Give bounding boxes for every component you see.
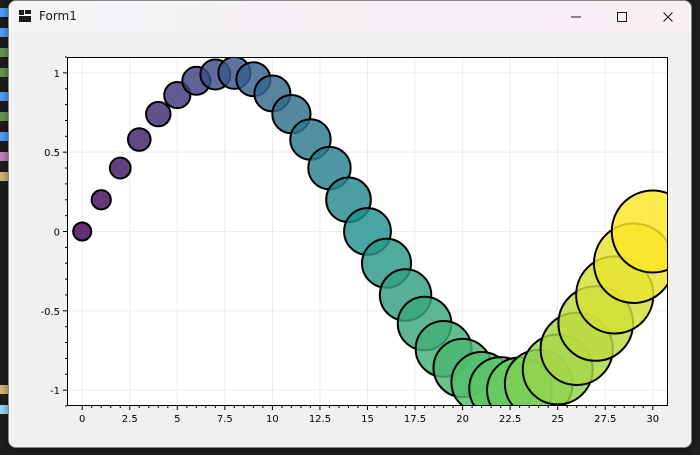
x-tick-label: 10 [266,414,279,425]
close-icon [663,11,673,22]
data-point [610,189,668,274]
minimize-button[interactable] [553,1,599,32]
app-window: Form1 0 2.5 5 7.5 10 12.5 15 17.5 20 22.5 25 27.5 30… [8,0,692,448]
x-tick-label: 20 [456,414,469,425]
minimize-icon [571,16,581,17]
data-point [72,221,93,242]
maximize-button[interactable] [599,1,645,32]
data-point [90,189,112,211]
data-point [126,127,152,152]
form-client-area: 0 2.5 5 7.5 10 12.5 15 17.5 20 22.5 25 27.5 30 -1 -0.5… [9,32,691,447]
x-tick-label: 25 [551,414,564,425]
y-tick-label: 1 [54,69,60,80]
title-bar[interactable]: Form1 [9,1,691,32]
close-button[interactable] [645,1,691,32]
y-axis: -1 -0.5 0 0.5 1 [40,56,67,407]
y-tick-label: -0.5 [40,307,60,318]
x-tick-label: 0 [79,414,85,425]
y-tick-label: -1 [50,386,60,397]
window-title: Form1 [39,9,77,23]
x-tick-label: 2.5 [122,414,138,425]
x-tick-label: 22.5 [499,414,521,425]
y-tick-label: 0 [54,228,60,239]
maximize-icon [617,11,627,22]
x-tick-label: 15 [361,414,374,425]
x-tick-label: 7.5 [217,414,233,425]
y-tick-label: 0.5 [44,148,60,159]
form-window-icon [19,10,31,22]
x-tick-label: 5 [174,414,180,425]
data-point [145,100,172,128]
x-axis: 0 2.5 5 7.5 10 12.5 15 17.5 20 22.5 25 27.5 30 [79,406,659,425]
x-tick-label: 17.5 [404,414,426,425]
x-tick-label: 12.5 [309,414,331,425]
scatter-chart[interactable]: 0 2.5 5 7.5 10 12.5 15 17.5 20 22.5 25 27.5 30-1-0.5… [9,32,689,446]
x-tick-label: 30 [646,414,659,425]
x-tick-label: 27.5 [594,414,616,425]
data-point [108,156,132,180]
